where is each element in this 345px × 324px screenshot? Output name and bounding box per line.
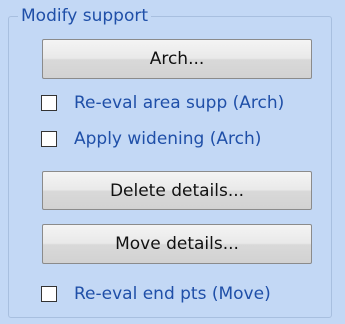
delete-details-button[interactable]: Delete details... — [42, 171, 312, 210]
re-eval-area-supp-label: Re-eval area supp (Arch) — [74, 93, 285, 113]
re-eval-end-pts-label: Re-eval end pts (Move) — [74, 284, 271, 304]
arch-button[interactable]: Arch... — [42, 39, 312, 79]
re-eval-end-pts-checkbox-box[interactable] — [41, 286, 57, 302]
apply-widening-checkbox-box[interactable] — [41, 131, 57, 147]
re-eval-area-supp-checkbox[interactable]: Re-eval area supp (Arch) — [41, 92, 284, 114]
group-title: Modify support — [18, 5, 152, 27]
re-eval-area-supp-checkbox-box[interactable] — [41, 95, 57, 111]
re-eval-end-pts-checkbox[interactable]: Re-eval end pts (Move) — [41, 283, 271, 305]
apply-widening-checkbox[interactable]: Apply widening (Arch) — [41, 128, 261, 150]
modify-support-panel: Modify support Arch... Re-eval area supp… — [0, 0, 345, 324]
apply-widening-label: Apply widening (Arch) — [74, 129, 262, 149]
move-details-button[interactable]: Move details... — [42, 224, 312, 264]
